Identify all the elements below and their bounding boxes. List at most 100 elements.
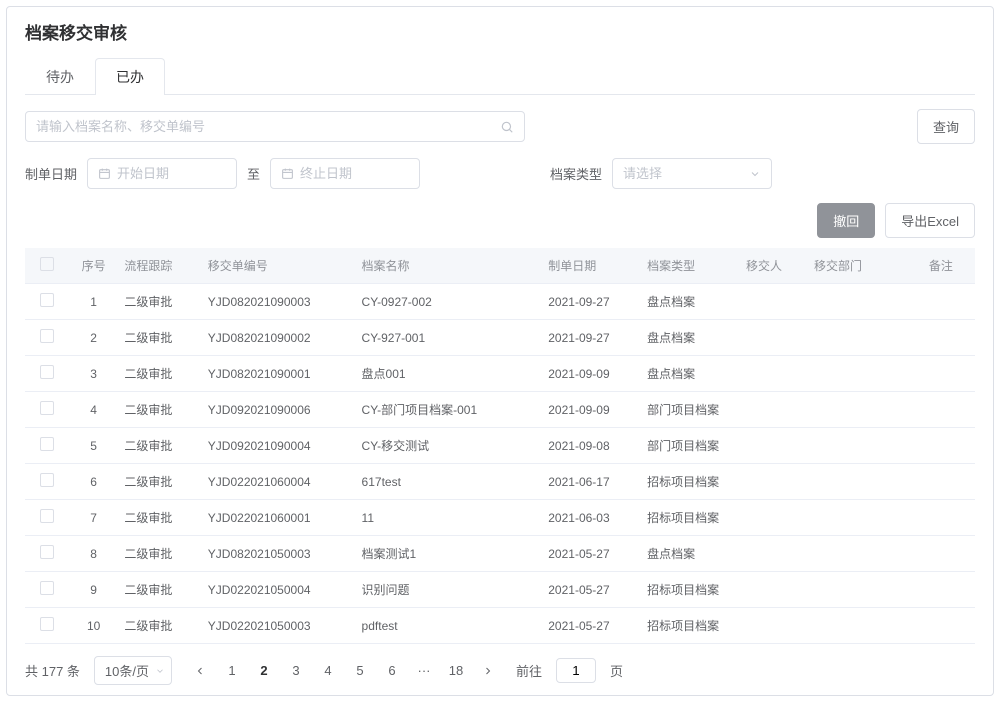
- col-seq: 序号: [69, 248, 118, 284]
- cell-seq: 6: [69, 464, 118, 500]
- search-input-wrapper: [25, 111, 525, 142]
- cell-seq: 9: [69, 572, 118, 608]
- table-row[interactable]: 9 二级审批 YJD022021050004 识别问题 2021-05-27 招…: [25, 572, 975, 608]
- cell-dept: [808, 284, 907, 320]
- pager-ellipsis: ···: [410, 657, 438, 685]
- pager-page-5[interactable]: 5: [346, 657, 374, 685]
- type-filter-label: 档案类型: [550, 164, 602, 183]
- cell-date: 2021-06-03: [542, 500, 641, 536]
- table-row[interactable]: 6 二级审批 YJD022021060004 617test 2021-06-1…: [25, 464, 975, 500]
- table-row[interactable]: 10 二级审批 YJD022021050003 pdftest 2021-05-…: [25, 608, 975, 644]
- query-button[interactable]: 查询: [917, 109, 975, 144]
- cell-remark: [907, 608, 975, 644]
- calendar-icon: [98, 167, 111, 180]
- cell-seq: 5: [69, 428, 118, 464]
- cell-type: 盘点档案: [641, 320, 740, 356]
- cell-date: 2021-09-27: [542, 320, 641, 356]
- cell-seq: 7: [69, 500, 118, 536]
- table-row[interactable]: 4 二级审批 YJD092021090006 CY-部门项目档案-001 202…: [25, 392, 975, 428]
- cell-date: 2021-05-27: [542, 572, 641, 608]
- col-type: 档案类型: [641, 248, 740, 284]
- cell-remark: [907, 572, 975, 608]
- tab-bar: 待办 已办: [25, 58, 975, 95]
- col-name: 档案名称: [356, 248, 543, 284]
- page-size-select[interactable]: 10条/页: [94, 656, 172, 685]
- date-to-label: 至: [247, 164, 260, 183]
- cell-type: 盘点档案: [641, 284, 740, 320]
- cell-code: YJD082021090003: [202, 284, 356, 320]
- select-all-checkbox[interactable]: [40, 257, 54, 271]
- prev-page-button[interactable]: [186, 657, 214, 685]
- cell-name: 617test: [356, 464, 543, 500]
- start-date-input[interactable]: [117, 166, 293, 181]
- cell-code: YJD022021060004: [202, 464, 356, 500]
- cell-person: [740, 500, 808, 536]
- cell-flow: 二级审批: [118, 572, 201, 608]
- pager-page-2[interactable]: 2: [250, 657, 278, 685]
- data-table: 序号 流程跟踪 移交单编号 档案名称 制单日期 档案类型 移交人 移交部门 备注…: [25, 248, 975, 644]
- col-date: 制单日期: [542, 248, 641, 284]
- goto-page-input[interactable]: [556, 658, 596, 683]
- row-checkbox[interactable]: [40, 581, 54, 595]
- start-date-wrapper: [87, 158, 237, 189]
- pager-page-6[interactable]: 6: [378, 657, 406, 685]
- type-select-wrapper[interactable]: [612, 158, 772, 189]
- row-checkbox[interactable]: [40, 293, 54, 307]
- table-row[interactable]: 1 二级审批 YJD082021090003 CY-0927-002 2021-…: [25, 284, 975, 320]
- search-input[interactable]: [36, 119, 514, 134]
- cell-remark: [907, 500, 975, 536]
- pager-page-4[interactable]: 4: [314, 657, 342, 685]
- type-select-input[interactable]: [623, 166, 799, 181]
- cell-flow: 二级审批: [118, 500, 201, 536]
- page-title: 档案移交审核: [25, 19, 975, 44]
- cell-person: [740, 572, 808, 608]
- cell-flow: 二级审批: [118, 356, 201, 392]
- row-checkbox[interactable]: [40, 473, 54, 487]
- pager-page-18[interactable]: 18: [442, 657, 470, 685]
- table-row[interactable]: 5 二级审批 YJD092021090004 CY-移交测试 2021-09-0…: [25, 428, 975, 464]
- table-row[interactable]: 3 二级审批 YJD082021090001 盘点001 2021-09-09 …: [25, 356, 975, 392]
- cell-name: 盘点001: [356, 356, 543, 392]
- tab-pending[interactable]: 待办: [25, 58, 95, 95]
- cell-date: 2021-05-27: [542, 608, 641, 644]
- search-row: 查询: [25, 109, 975, 144]
- row-checkbox[interactable]: [40, 401, 54, 415]
- cell-date: 2021-06-17: [542, 464, 641, 500]
- next-page-button[interactable]: [474, 657, 502, 685]
- table-row[interactable]: 8 二级审批 YJD082021050003 档案测试1 2021-05-27 …: [25, 536, 975, 572]
- table-row[interactable]: 7 二级审批 YJD022021060001 11 2021-06-03 招标项…: [25, 500, 975, 536]
- col-person: 移交人: [740, 248, 808, 284]
- cell-dept: [808, 464, 907, 500]
- cell-code: YJD022021050003: [202, 608, 356, 644]
- export-excel-button[interactable]: 导出Excel: [885, 203, 975, 238]
- row-checkbox[interactable]: [40, 329, 54, 343]
- total-count: 共 177 条: [25, 661, 80, 680]
- pager-page-3[interactable]: 3: [282, 657, 310, 685]
- cell-name: CY-移交测试: [356, 428, 543, 464]
- pager: 123456···18: [186, 657, 502, 685]
- cell-flow: 二级审批: [118, 464, 201, 500]
- cell-type: 招标项目档案: [641, 608, 740, 644]
- cell-dept: [808, 356, 907, 392]
- end-date-input[interactable]: [300, 166, 476, 181]
- row-checkbox[interactable]: [40, 365, 54, 379]
- col-dept: 移交部门: [808, 248, 907, 284]
- row-checkbox[interactable]: [40, 509, 54, 523]
- pager-page-1[interactable]: 1: [218, 657, 246, 685]
- cell-flow: 二级审批: [118, 284, 201, 320]
- cell-dept: [808, 392, 907, 428]
- cell-person: [740, 536, 808, 572]
- cell-type: 招标项目档案: [641, 464, 740, 500]
- cell-name: CY-927-001: [356, 320, 543, 356]
- cell-dept: [808, 428, 907, 464]
- cell-type: 盘点档案: [641, 536, 740, 572]
- row-checkbox[interactable]: [40, 437, 54, 451]
- table-row[interactable]: 2 二级审批 YJD082021090002 CY-927-001 2021-0…: [25, 320, 975, 356]
- revoke-button[interactable]: 撤回: [817, 203, 875, 238]
- cell-date: 2021-09-09: [542, 392, 641, 428]
- tab-done[interactable]: 已办: [95, 58, 165, 95]
- chevron-down-icon: [155, 666, 165, 676]
- row-checkbox[interactable]: [40, 617, 54, 631]
- row-checkbox[interactable]: [40, 545, 54, 559]
- cell-type: 部门项目档案: [641, 428, 740, 464]
